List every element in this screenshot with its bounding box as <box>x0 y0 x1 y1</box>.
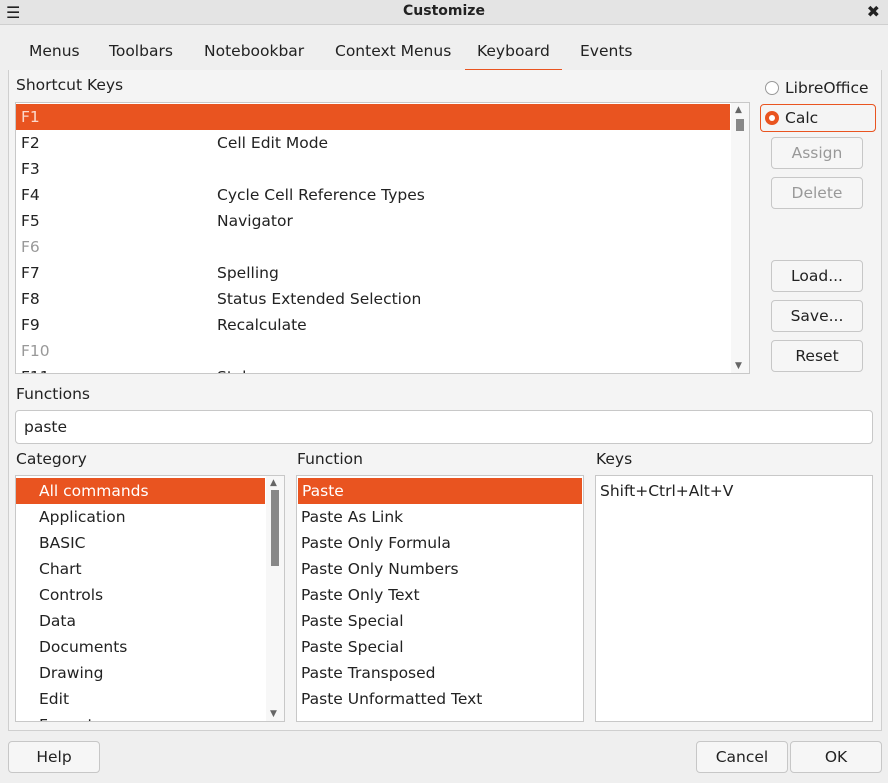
ok-button[interactable]: OK <box>790 741 882 773</box>
shortcut-row[interactable]: F10 <box>16 338 749 364</box>
function-item[interactable]: Paste Only Formula <box>297 530 583 556</box>
function-item[interactable]: Paste Transposed <box>297 660 583 686</box>
help-button[interactable]: Help <box>8 741 100 773</box>
tab-bar: Menus Toolbars Notebookbar Context Menus… <box>8 34 880 71</box>
load-button[interactable]: Load... <box>771 260 863 292</box>
shortcut-row[interactable]: F9 Recalculate <box>16 312 749 338</box>
category-list-scrollbar[interactable]: ▲ ▼ <box>266 476 284 721</box>
function-item[interactable]: Paste Special <box>297 608 583 634</box>
radio-libreoffice[interactable]: LibreOffice <box>765 75 875 101</box>
keyboard-panel: Shortcut Keys F1 F2 Cell Edit Mode F3 F4 C… <box>8 70 882 731</box>
shortcut-row[interactable]: F8 Status Extended Selection <box>16 286 749 312</box>
keys-label: Keys <box>596 450 633 468</box>
close-icon[interactable]: ✖ <box>867 2 880 21</box>
category-item[interactable]: Documents <box>16 634 284 660</box>
category-item[interactable]: Application <box>16 504 284 530</box>
category-item[interactable]: Controls <box>16 582 284 608</box>
function-item[interactable]: Paste Special <box>297 634 583 660</box>
function-item[interactable]: Paste Only Numbers <box>297 556 583 582</box>
scroll-up-icon[interactable]: ▲ <box>735 105 742 115</box>
scroll-down-icon[interactable]: ▼ <box>735 361 742 371</box>
tab-context-menus[interactable]: Context Menus <box>323 34 463 69</box>
shortcut-row[interactable]: F11Styles <box>16 364 749 373</box>
function-label: Function <box>297 450 363 468</box>
shortcut-keys-label: Shortcut Keys <box>16 76 124 94</box>
functions-search-input[interactable]: paste <box>15 410 873 444</box>
function-list[interactable]: Paste Paste As Link Paste Only Formula P… <box>296 475 584 722</box>
category-item[interactable]: Edit <box>16 686 284 712</box>
scrollbar-thumb[interactable] <box>736 119 744 131</box>
function-item[interactable]: Paste As Link <box>297 504 583 530</box>
title-bar: ☰ Customize ✖ <box>0 0 888 25</box>
shortcut-row[interactable]: F3 <box>16 156 749 182</box>
tab-toolbars[interactable]: Toolbars <box>97 34 185 69</box>
shortcut-row[interactable]: F4 Cycle Cell Reference Types <box>16 182 749 208</box>
category-list[interactable]: All commands Application BASIC Chart Con… <box>15 475 285 722</box>
tab-notebookbar[interactable]: Notebookbar <box>192 34 316 69</box>
keys-list[interactable]: Shift+Ctrl+Alt+V <box>595 475 873 722</box>
tab-events[interactable]: Events <box>568 34 644 69</box>
shortcut-keys-list[interactable]: F1 F2 Cell Edit Mode F3 F4 Cycle Cell Refe… <box>15 102 750 374</box>
shortcut-row[interactable]: F7 Spelling <box>16 260 749 286</box>
category-item[interactable]: BASIC <box>16 530 284 556</box>
function-item[interactable]: Paste Only Text <box>297 582 583 608</box>
window-title: Customize <box>403 3 485 19</box>
tab-menus[interactable]: Menus <box>17 34 92 69</box>
shortcut-list-scrollbar[interactable]: ▲ ▼ <box>731 103 749 373</box>
delete-button[interactable]: Delete <box>771 177 863 209</box>
assign-button[interactable]: Assign <box>771 137 863 169</box>
save-button[interactable]: Save... <box>771 300 863 332</box>
keys-item[interactable]: Shift+Ctrl+Alt+V <box>596 478 872 504</box>
shortcut-row[interactable]: F2 Cell Edit Mode <box>16 130 749 156</box>
category-item[interactable]: Data <box>16 608 284 634</box>
radio-circle-icon <box>765 80 779 95</box>
reset-button[interactable]: Reset <box>771 340 863 372</box>
tab-keyboard[interactable]: Keyboard <box>465 34 562 71</box>
scroll-down-icon[interactable]: ▼ <box>270 709 277 719</box>
function-item[interactable]: Paste <box>298 478 582 504</box>
scrollbar-thumb[interactable] <box>271 490 279 566</box>
cancel-button[interactable]: Cancel <box>696 741 788 773</box>
category-item[interactable]: Drawing <box>16 660 284 686</box>
function-item[interactable]: Paste Unformatted Text <box>297 686 583 712</box>
radio-calc[interactable]: Calc <box>760 104 876 132</box>
shortcut-row[interactable]: F6 <box>16 234 749 260</box>
shortcut-row[interactable]: F5 Navigator <box>16 208 749 234</box>
functions-label: Functions <box>16 385 91 403</box>
category-item[interactable]: Chart <box>16 556 284 582</box>
category-item[interactable]: Format <box>16 712 284 721</box>
scroll-up-icon[interactable]: ▲ <box>270 478 277 488</box>
category-item[interactable]: All commands <box>16 478 265 504</box>
shortcut-row[interactable]: F1 <box>16 104 730 130</box>
category-label: Category <box>16 450 87 468</box>
radio-selected-icon <box>765 110 779 125</box>
